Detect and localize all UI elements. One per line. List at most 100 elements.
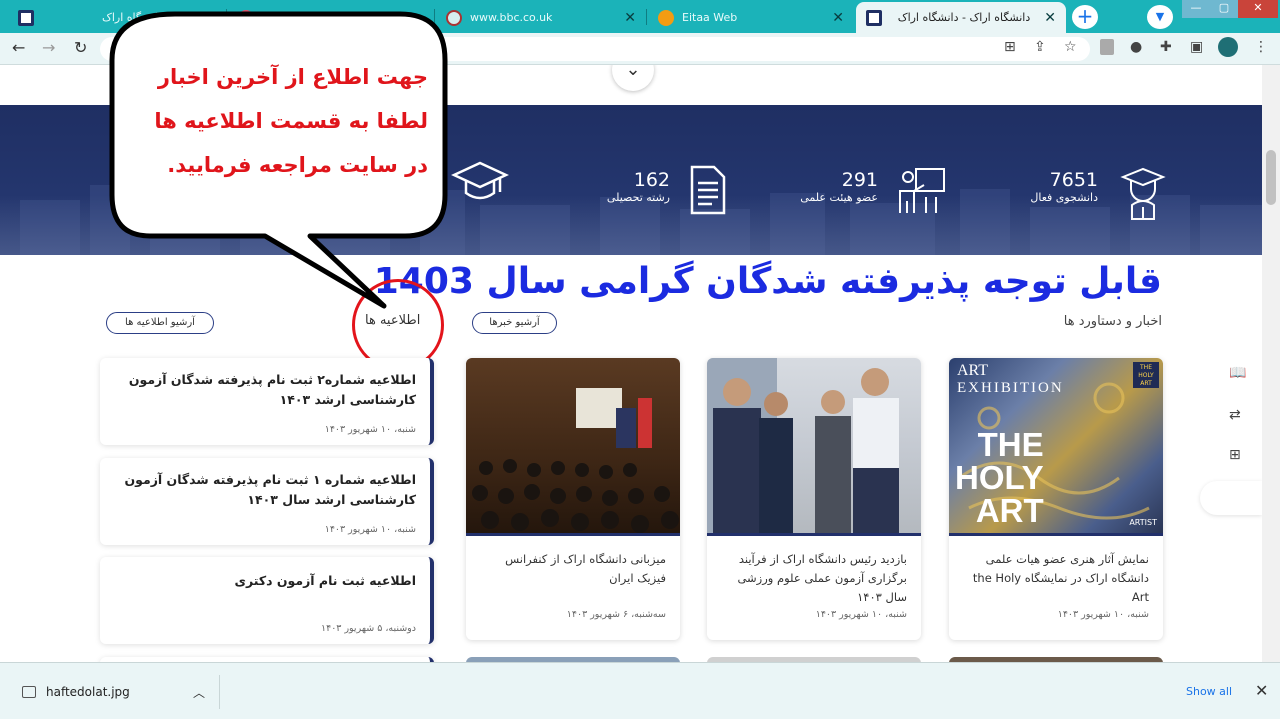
- notice-title[interactable]: اطلاعیه ثبت نام آزمون دکتری: [110, 569, 416, 591]
- news-date: سه‌شنبه، ۶ شهریور ۱۴۰۳: [566, 609, 666, 620]
- forward-arrow-icon[interactable]: →: [42, 38, 55, 57]
- callout-line: در سایت مراجعه فرمایید.: [167, 153, 428, 177]
- side-rail-pill[interactable]: [1200, 481, 1262, 515]
- teacher-board-icon: [899, 168, 945, 213]
- notice-date: شنبه، ۱۰ شهریور ۱۴۰۳: [324, 524, 416, 535]
- tab-1[interactable]: دانشگاه اراک: [8, 2, 224, 33]
- people-standing-illustration: [707, 358, 899, 533]
- notice-title[interactable]: اطلاعیه شماره۲ ثبت نام پذیرفته شدگان آزم…: [110, 370, 416, 410]
- close-window-icon[interactable]: ✕: [1238, 0, 1278, 18]
- callout-text: جهت اطلاع از آخرین اخبار لطفا به قسمت اط…: [128, 55, 428, 187]
- puzzle-extensions-icon[interactable]: ✚: [1160, 39, 1172, 55]
- site-favicon-icon: [238, 9, 254, 26]
- tab-eitaa[interactable]: Eitaa Web ✕: [648, 2, 854, 33]
- tab-title: دانشگاه اراک: [102, 11, 163, 24]
- chevron-up-icon[interactable]: ︿: [193, 684, 205, 701]
- university-logo-icon: [866, 9, 882, 26]
- translate-icon[interactable]: ⊞: [1004, 39, 1016, 55]
- tab-bbc[interactable]: www.bbc.co.uk ✕: [436, 2, 646, 33]
- news-image-officials[interactable]: [707, 358, 921, 536]
- reload-icon[interactable]: ↻: [74, 38, 87, 57]
- stat-value: 162: [633, 169, 670, 191]
- poster-big-text: HOLY: [955, 459, 1044, 496]
- translate-icon[interactable]: ⇄: [1229, 407, 1241, 423]
- news-date: شنبه، ۱۰ شهریور ۱۴۰۳: [1057, 609, 1149, 620]
- news-section-title: اخبار و دستاورد ها: [1063, 314, 1162, 329]
- notices-archive-button[interactable]: آرشیو اطلاعیه ها: [106, 312, 214, 334]
- news-card[interactable]: میزبانی دانشگاه اراک از کنفرانس فیزیک ای…: [466, 358, 680, 640]
- scrollbar-thumb[interactable]: [1266, 150, 1276, 205]
- tab-2[interactable]: [228, 2, 432, 33]
- tab-search-chevron-icon[interactable]: ▼: [1147, 5, 1173, 29]
- tab-strip: دانشگاه اراک www.bbc.co.uk ✕ Eitaa Web ✕…: [0, 0, 1280, 33]
- notice-item[interactable]: اطلاعیه ثبت نام آزمون دکتری دوشنبه، ۵ شه…: [100, 557, 434, 644]
- graduate-icon: [1120, 167, 1166, 220]
- download-filename[interactable]: haftedolat.jpg: [46, 685, 130, 699]
- extension-circle-icon[interactable]: ●: [1130, 39, 1142, 55]
- menu-kebab-icon[interactable]: ⋮: [1254, 39, 1268, 55]
- extension-icon[interactable]: [1100, 39, 1114, 55]
- news-card[interactable]: ART EXHIBITION THE HOLY ART THE HOLY ART…: [949, 358, 1163, 640]
- news-card[interactable]: بازدید رئیس دانشگاه اراک از فرآیند برگزا…: [707, 358, 921, 640]
- news-image-conference[interactable]: [466, 358, 680, 536]
- poster-big-text: ART: [975, 492, 1044, 529]
- poster-exhibition-text: EXHIBITION: [957, 380, 1064, 396]
- poster-corner-text: ARTIST: [1129, 518, 1157, 527]
- announcement-headline[interactable]: قابل توجه پذیرفته شدگان گرامی سال 1403: [374, 261, 1162, 302]
- news-title[interactable]: بازدید رئیس دانشگاه اراک از فرآیند برگزا…: [721, 550, 907, 607]
- new-tab-button[interactable]: +: [1072, 5, 1098, 29]
- close-icon[interactable]: ✕: [1255, 681, 1268, 700]
- grid-apps-icon[interactable]: ⊞: [1229, 447, 1241, 463]
- notice-item[interactable]: اطلاعیه شماره۲ ثبت نام پذیرفته شدگان آزم…: [100, 358, 434, 445]
- stat-value: 291: [841, 169, 878, 191]
- show-all-link[interactable]: Show all: [1186, 685, 1232, 698]
- stat-value: 7651: [1049, 169, 1098, 191]
- callout-line: جهت اطلاع از آخرین اخبار: [157, 65, 428, 89]
- bbc-favicon-icon: [446, 9, 462, 26]
- notice-item[interactable]: اطلاعیه شماره ۱ ثبت نام پذیرفته شدگان آز…: [100, 458, 434, 545]
- stat-fields: 162 رشته تحصیلی: [590, 163, 740, 223]
- scroll-down-chevron-icon[interactable]: ⌄: [612, 65, 654, 91]
- minimize-icon[interactable]: —: [1182, 0, 1210, 18]
- stat-label: رشته تحصیلی: [606, 191, 670, 204]
- tab-close-icon[interactable]: ✕: [1044, 10, 1056, 26]
- tab-close-icon[interactable]: ✕: [624, 10, 636, 26]
- side-panel-icon[interactable]: ▣: [1190, 39, 1203, 55]
- auditorium-illustration: [472, 388, 679, 533]
- tab-close-icon[interactable]: ✕: [832, 10, 844, 26]
- university-logo-icon: [18, 9, 34, 26]
- news-archive-button[interactable]: آرشیو خبرها: [472, 312, 557, 334]
- news-image-art-poster[interactable]: ART EXHIBITION THE HOLY ART THE HOLY ART…: [949, 358, 1163, 536]
- notice-date: شنبه، ۱۰ شهریور ۱۴۰۳: [324, 424, 416, 435]
- tab-title: دانشگاه اراک - دانشگاه اراک: [897, 11, 1031, 24]
- stat-active-students: 7651 دانشجوی فعال: [1018, 163, 1168, 223]
- back-arrow-icon[interactable]: ←: [12, 38, 25, 57]
- share-icon[interactable]: ⇪: [1034, 39, 1046, 55]
- news-date: شنبه، ۱۰ شهریور ۱۴۰۳: [815, 609, 907, 620]
- poster-art-text: ART: [957, 362, 989, 379]
- eitaa-favicon-icon: [658, 9, 674, 26]
- news-title[interactable]: میزبانی دانشگاه اراک از کنفرانس فیزیک ای…: [480, 550, 666, 588]
- news-title[interactable]: نمایش آثار هنری عضو هیات علمی دانشگاه ار…: [963, 550, 1149, 607]
- tab-title: Eitaa Web: [682, 11, 738, 24]
- profile-avatar[interactable]: [1218, 37, 1238, 57]
- bookmark-star-icon[interactable]: ☆: [1064, 39, 1077, 55]
- downloads-bar: haftedolat.jpg ︿ Show all ✕: [0, 662, 1280, 719]
- callout-line: لطفا به قسمت اطلاعیه ها: [154, 109, 428, 133]
- image-file-icon: [22, 686, 36, 698]
- stat-label: دانشجوی فعال: [1030, 191, 1098, 204]
- poster-big-text: THE: [977, 426, 1044, 463]
- notice-date: دوشنبه، ۵ شهریور ۱۴۰۳: [321, 623, 416, 634]
- book-icon[interactable]: 📖: [1229, 365, 1246, 381]
- stat-faculty: 291 عضو هیئت علمی: [790, 163, 950, 223]
- tab-title: www.bbc.co.uk: [470, 11, 553, 24]
- poster-badge: THE HOLY ART: [1133, 362, 1159, 388]
- document-icon: [690, 165, 726, 215]
- download-item[interactable]: haftedolat.jpg: [14, 675, 220, 709]
- tab-active[interactable]: دانشگاه اراک - دانشگاه اراک ✕: [856, 2, 1066, 33]
- notice-title[interactable]: اطلاعیه شماره ۱ ثبت نام پذیرفته شدگان آز…: [110, 470, 416, 510]
- stat-label: عضو هیئت علمی: [800, 191, 878, 204]
- page-scrollbar[interactable]: [1262, 65, 1280, 662]
- maximize-icon[interactable]: ▢: [1210, 0, 1238, 18]
- graduation-cap-icon: [451, 161, 509, 200]
